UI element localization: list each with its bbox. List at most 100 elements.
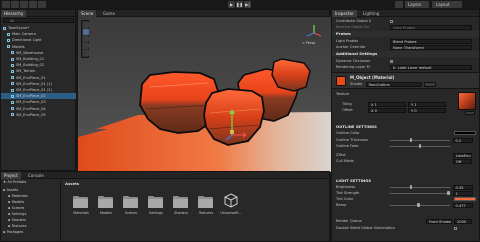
project-tree-item[interactable]: ▪ Assets [3, 188, 18, 193]
outline-thickness-value[interactable]: 0.2 [453, 137, 473, 143]
hierarchy-item[interactable]: SM_EnvPiece_02 [1, 93, 76, 100]
layers-label: Layers [408, 2, 422, 7]
asset-item[interactable]: Scenes [119, 190, 143, 220]
hierarchy-search-input[interactable]: All [3, 18, 74, 23]
anchor-override-field[interactable]: None (Transform) [390, 44, 472, 50]
tab-game[interactable]: Game [100, 10, 118, 17]
favorites-item[interactable]: ★ All Prefabs [3, 180, 26, 185]
hierarchy-item[interactable]: SM_Building_01 [1, 56, 76, 62]
hierarchy-item[interactable]: SM_EnvPiece_01 (1) [1, 81, 76, 87]
scene-viewport[interactable]: < Persp [78, 17, 331, 172]
tint-strength-value[interactable]: 1 [453, 190, 473, 196]
gameobject-icon [11, 57, 14, 61]
scale-tool-icon[interactable] [83, 43, 89, 49]
asset-item[interactable]: Models [94, 190, 118, 220]
rotate-tool-button[interactable] [20, 1, 28, 8]
project-tree-item[interactable]: ▪ Models [8, 200, 24, 205]
project-tree-item[interactable]: ▪ Packages [3, 230, 23, 235]
render-queue-mode-dropdown[interactable]: From Shader [426, 218, 452, 224]
scale-tool-button[interactable] [29, 1, 37, 8]
hierarchy-item[interactable]: SM_EnvPiece_03 [1, 99, 76, 105]
offset-x-field[interactable]: X 0 [368, 107, 406, 113]
shader-dropdown[interactable]: ToonOutline [366, 81, 422, 87]
gameobject-icon [11, 107, 14, 111]
contribute-gi-checkbox[interactable] [390, 19, 393, 23]
cloud-button[interactable] [395, 1, 403, 8]
ramp-track[interactable] [390, 204, 450, 206]
outline-fade-knob[interactable] [418, 144, 421, 148]
outline-color-swatch[interactable] [454, 131, 476, 135]
move-tool-button[interactable] [11, 1, 19, 8]
cull-mode-row: Cull Mode Off [336, 158, 476, 164]
hierarchy-item[interactable]: SM_Building_02 [1, 62, 76, 68]
tab-inspector[interactable]: Inspector [332, 10, 357, 17]
scene-render [78, 17, 331, 172]
asset-label: Materials [73, 211, 89, 215]
outline-thickness-track[interactable] [390, 139, 450, 141]
rendering-layer-dropdown[interactable]: 0: Light Layer default [390, 64, 472, 70]
move-tool-icon[interactable] [83, 29, 89, 35]
shader-edit-button[interactable] [424, 81, 436, 87]
ztest-dropdown[interactable]: LessEqual [453, 152, 472, 158]
hierarchy-item-label: Directional Light [12, 38, 42, 43]
asset-item[interactable]: Settings [144, 190, 168, 220]
tiling-x-field[interactable]: X 1 [368, 101, 406, 107]
transform-tool-icon[interactable] [83, 50, 89, 56]
asset-item[interactable]: Materials [69, 190, 93, 220]
hierarchy-item[interactable]: SM_EnvPiece_05 [1, 112, 76, 118]
pause-button[interactable]: ❚❚ [236, 1, 243, 8]
project-tree-item[interactable]: ▪ Materials [8, 194, 28, 199]
hierarchy-item[interactable]: Models [1, 44, 76, 50]
rect-tool-button[interactable] [38, 1, 46, 8]
ramp-knob[interactable] [417, 203, 420, 207]
receive-gi-dropdown[interactable]: Light Probes [390, 24, 472, 30]
tab-hierarchy[interactable]: Hierarchy [1, 10, 27, 17]
tab-scene[interactable]: Scene [78, 10, 97, 17]
render-queue-value[interactable]: 2000 [454, 218, 472, 224]
hand-tool-button[interactable] [2, 1, 10, 8]
tint-color-swatch[interactable] [454, 197, 476, 201]
hierarchy-item[interactable]: SM_EnvPiece_04 [1, 106, 76, 112]
tab-project[interactable]: Project [1, 172, 21, 179]
persp-label[interactable]: < Persp [302, 41, 315, 45]
light-probes-dropdown[interactable]: Blend Probes [390, 38, 472, 44]
additional-settings-header[interactable]: Additional Settings [332, 51, 479, 57]
project-tree-item[interactable]: ▪ Textures [8, 224, 27, 229]
hierarchy-item-label: SM_Building_02 [16, 63, 45, 68]
main-toolbar: ▶ ❚❚ ▶| Layers Layout [0, 0, 480, 9]
brightness-track[interactable] [390, 186, 450, 188]
project-tree-item[interactable]: ▪ Scenes [8, 206, 24, 211]
double-sided-gi-checkbox[interactable] [454, 226, 457, 230]
asset-item[interactable]: UniversalR... [219, 190, 243, 220]
dynamic-occlusion-checkbox[interactable] [390, 59, 393, 63]
hierarchy-item-label: SM_Building_01 [16, 57, 45, 61]
probes-header[interactable]: Probes [332, 31, 479, 37]
hierarchy-item[interactable]: ToonScene* [1, 25, 76, 31]
project-breadcrumb[interactable]: Assets [65, 181, 79, 186]
tab-lighting[interactable]: Lighting [360, 10, 382, 17]
gameobject-icon [11, 88, 14, 92]
brightness-value[interactable]: 0.35 [453, 184, 473, 190]
tint-strength-knob[interactable] [447, 191, 450, 195]
hierarchy-item[interactable]: Main Camera [1, 31, 76, 37]
hierarchy-item[interactable]: SM_Warehouse [1, 50, 76, 56]
play-button[interactable]: ▶ [228, 1, 235, 8]
cull-mode-dropdown[interactable]: Off [453, 158, 472, 164]
project-tree-item[interactable]: ▪ Shaders [8, 218, 26, 223]
offset-y-field[interactable]: Y 0 [408, 107, 446, 113]
tint-strength-track[interactable] [390, 192, 450, 194]
asset-item[interactable]: Textures [194, 190, 218, 220]
rotate-tool-icon[interactable] [83, 36, 89, 42]
scene-panel: Scene Game < Persp [77, 9, 331, 172]
hierarchy-item[interactable]: Directional Light [1, 37, 76, 43]
project-tree-item[interactable]: ▪ Settings [8, 212, 26, 217]
asset-item[interactable]: Shaders [169, 190, 193, 220]
hand-tool-icon[interactable] [83, 22, 89, 28]
step-button[interactable]: ▶| [244, 1, 251, 8]
hierarchy-item[interactable]: SM_EnvPiece_01 [1, 75, 76, 81]
ramp-value[interactable]: 0.477 [453, 202, 473, 208]
tiling-y-field[interactable]: Y 1 [408, 101, 446, 107]
hierarchy-item[interactable]: SM_Terrain [1, 68, 76, 74]
tab-console[interactable]: Console [25, 172, 47, 179]
hierarchy-item[interactable]: SM_EnvPiece_01 (2) [1, 87, 76, 93]
